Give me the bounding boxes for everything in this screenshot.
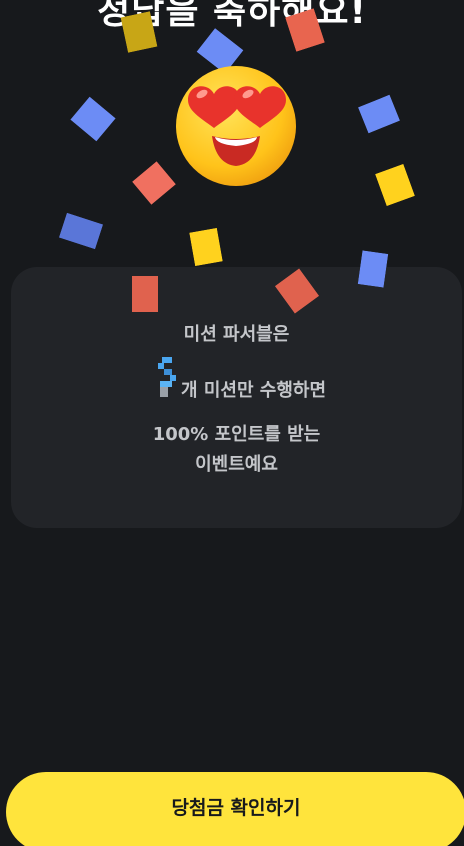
- confetti-icon: [58, 212, 104, 250]
- confetti-icon: [375, 163, 415, 207]
- confetti-icon: [189, 227, 223, 267]
- card-line-2: 개 미션만 수행하면: [181, 380, 327, 401]
- confetti-icon: [70, 96, 116, 142]
- check-prize-button[interactable]: 당첨금 확인하기: [6, 772, 464, 846]
- confetti-icon: [357, 250, 389, 288]
- confetti-icon: [357, 94, 401, 134]
- mission-info-card: 미션 파서블은 개 미션만 수행하면 100% 포인트를 받는 이벤트예요: [11, 267, 462, 528]
- card-line-3: 100% 포인트를 받는: [152, 424, 321, 445]
- screen: 정답을 축하해요! 미션 파서블은 개 미션만 수행하면 100% 포인트를 받…: [0, 0, 464, 846]
- page-title: 정답을 축하해요!: [97, 0, 367, 32]
- confetti-icon: [132, 161, 176, 205]
- heart-eyes-emoji-icon: [176, 66, 296, 186]
- confetti-icon: [132, 276, 158, 312]
- card-line-1: 미션 파서블은: [183, 324, 290, 345]
- pixel-digit-icon: [158, 357, 176, 397]
- card-line-4: 이벤트예요: [195, 454, 278, 475]
- card-line-2-row: 개 미션만 수행하면: [11, 357, 462, 401]
